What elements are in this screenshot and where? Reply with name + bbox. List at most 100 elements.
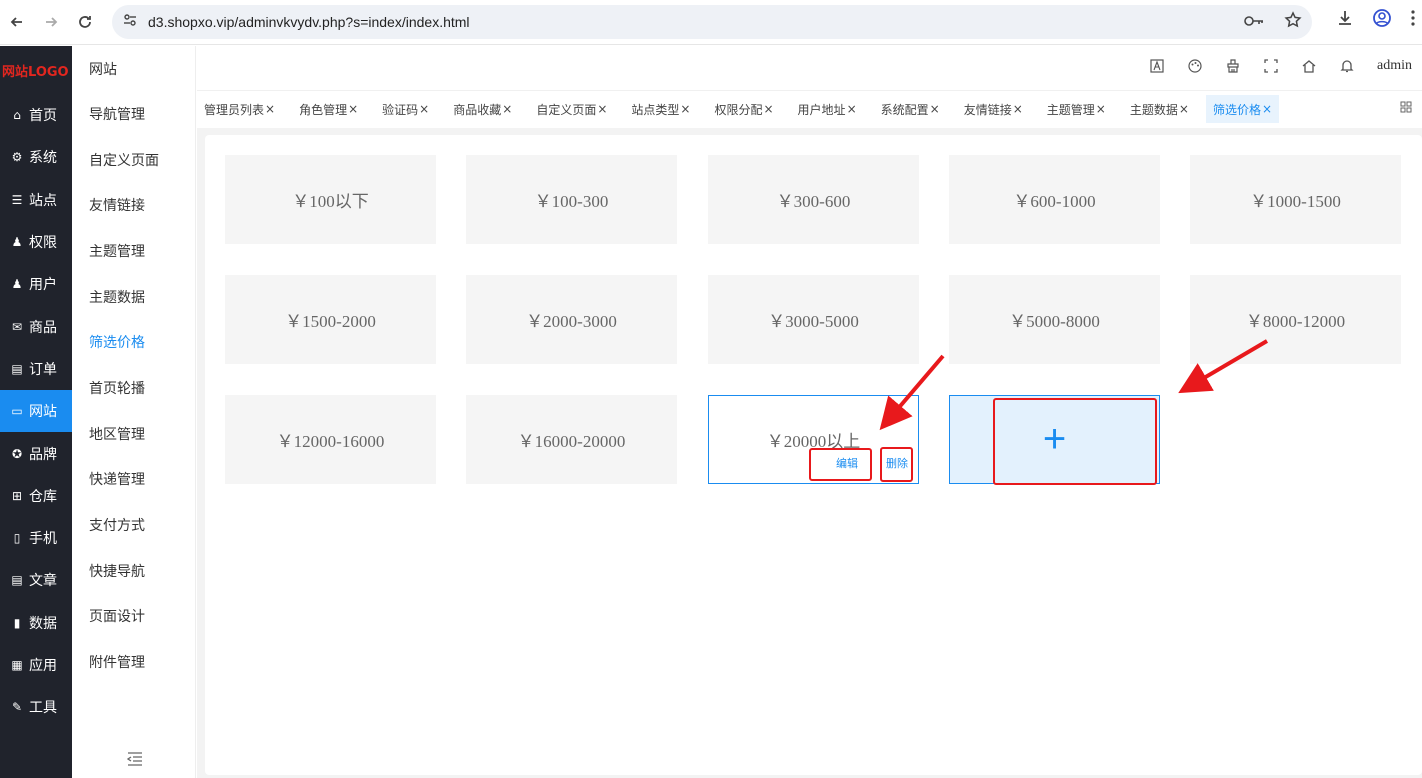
- price-range-card[interactable]: ￥3000-5000: [708, 275, 919, 364]
- back-arrow-icon[interactable]: [0, 5, 34, 39]
- sidebar-item-12[interactable]: ▮ 数据: [0, 602, 72, 644]
- sidebar-item-7[interactable]: ▭ 网站: [0, 390, 72, 433]
- price-range-card[interactable]: ￥5000-8000: [949, 275, 1160, 364]
- sub-sidebar-item[interactable]: 首页轮播: [72, 365, 195, 411]
- fullscreen-icon[interactable]: [1263, 58, 1279, 74]
- tab-close-icon[interactable]: ×: [680, 102, 690, 116]
- user-menu[interactable]: admin: [1377, 58, 1412, 74]
- tab[interactable]: 自定义页面 ×: [529, 91, 614, 127]
- sidebar-item-13[interactable]: ▦ 应用: [0, 644, 72, 686]
- sidebar-item-2[interactable]: ☰ 站点: [0, 179, 72, 221]
- admin-top-bar: admin: [197, 46, 1422, 91]
- sidebar-item-8[interactable]: ✪ 品牌: [0, 432, 72, 474]
- sidebar-item-4[interactable]: ♟ 用户: [0, 263, 72, 305]
- price-range-card[interactable]: ￥2000-3000: [466, 275, 677, 364]
- sub-sidebar-item[interactable]: 导航管理: [72, 91, 195, 137]
- tab-label: 系统配置: [880, 102, 929, 117]
- sidebar-item-1[interactable]: ⚙ 系统: [0, 136, 72, 178]
- tab[interactable]: 商品收藏 ×: [446, 91, 519, 127]
- price-range-card[interactable]: ￥100-300: [466, 155, 677, 244]
- forward-arrow-icon[interactable]: [34, 5, 68, 39]
- price-range-card[interactable]: ￥12000-16000: [225, 395, 436, 484]
- site-logo[interactable]: 网站LOGO: [0, 46, 72, 94]
- price-range-card[interactable]: ￥1500-2000: [225, 275, 436, 364]
- sub-sidebar-item[interactable]: 友情链接: [72, 182, 195, 228]
- price-range-card[interactable]: ￥600-1000: [949, 155, 1160, 244]
- tab-label: 权限分配: [714, 102, 763, 117]
- price-range-card[interactable]: ￥8000-12000: [1190, 275, 1401, 364]
- reload-icon[interactable]: [68, 5, 102, 39]
- sub-sidebar-item[interactable]: 页面设计: [72, 594, 195, 640]
- price-range-card[interactable]: ￥1000-1500: [1190, 155, 1401, 244]
- tab-close-icon[interactable]: ×: [265, 102, 275, 116]
- tab[interactable]: 验证码 ×: [375, 91, 436, 127]
- sub-sidebar-item[interactable]: 筛选价格: [72, 319, 195, 365]
- tab[interactable]: 筛选价格 ×: [1205, 95, 1280, 123]
- tab-close-icon[interactable]: ×: [763, 102, 773, 116]
- sidebar-item-9[interactable]: ⊞ 仓库: [0, 475, 72, 517]
- collapse-menu-icon[interactable]: [126, 751, 143, 770]
- tab[interactable]: 权限分配 ×: [707, 91, 780, 127]
- tab[interactable]: 系统配置 ×: [874, 91, 947, 127]
- tab-close-icon[interactable]: ×: [419, 102, 429, 116]
- bell-icon[interactable]: [1339, 58, 1355, 74]
- tab-more-icon[interactable]: [1400, 101, 1412, 116]
- url-text[interactable]: d3.shopxo.vip/adminvkvydv.php?s=index/in…: [148, 14, 470, 30]
- address-bar[interactable]: d3.shopxo.vip/adminvkvydv.php?s=index/in…: [112, 5, 1312, 39]
- theme-palette-icon[interactable]: [1187, 58, 1203, 74]
- browser-toolbar: d3.shopxo.vip/adminvkvydv.php?s=index/in…: [0, 0, 1422, 45]
- sub-sidebar-item[interactable]: 地区管理: [72, 411, 195, 457]
- sidebar-item-3[interactable]: ♟ 权限: [0, 221, 72, 263]
- password-key-icon[interactable]: [1244, 13, 1264, 32]
- tab-close-icon[interactable]: ×: [847, 102, 857, 116]
- tab[interactable]: 用户地址 ×: [791, 91, 864, 127]
- price-range-card[interactable]: ￥300-600: [708, 155, 919, 244]
- sidebar-item-0[interactable]: ⌂ 首页: [0, 94, 72, 136]
- sidebar-item-11[interactable]: ▤ 文章: [0, 559, 72, 601]
- tab[interactable]: 站点类型 ×: [624, 91, 697, 127]
- sub-sidebar-item[interactable]: 自定义页面: [72, 137, 195, 183]
- tab-close-icon[interactable]: ×: [1013, 102, 1023, 116]
- sub-sidebar-item[interactable]: 主题数据: [72, 274, 195, 320]
- tab[interactable]: 主题管理 ×: [1040, 91, 1113, 127]
- home-icon[interactable]: [1301, 58, 1317, 74]
- bookmark-star-icon[interactable]: [1284, 11, 1302, 33]
- phone-icon: ▯: [13, 531, 21, 546]
- tab-close-icon[interactable]: ×: [502, 102, 512, 116]
- tab-close-icon[interactable]: ×: [348, 102, 358, 116]
- tab[interactable]: 主题数据 ×: [1123, 91, 1196, 127]
- clear-cache-icon[interactable]: [1225, 58, 1241, 74]
- tab-close-icon[interactable]: ×: [1262, 102, 1272, 116]
- browser-menu-icon[interactable]: [1410, 9, 1416, 31]
- sidebar-item-label: 数据: [29, 615, 57, 632]
- tab[interactable]: 角色管理 ×: [292, 91, 365, 127]
- price-range-card[interactable]: ￥16000-20000: [466, 395, 677, 484]
- sub-sidebar-item[interactable]: 快递管理: [72, 457, 195, 503]
- site-settings-icon[interactable]: [122, 12, 138, 32]
- tab[interactable]: 管理员列表 ×: [197, 91, 282, 127]
- sidebar-item-5[interactable]: ✉ 商品: [0, 305, 72, 347]
- font-size-icon[interactable]: [1149, 58, 1165, 74]
- sub-sidebar-item[interactable]: 快捷导航: [72, 548, 195, 594]
- price-range-label: ￥2000-3000: [526, 312, 617, 331]
- tab[interactable]: 友情链接 ×: [957, 91, 1030, 127]
- sidebar-item-6[interactable]: ▤ 订单: [0, 348, 72, 390]
- profile-avatar-icon[interactable]: [1372, 8, 1392, 32]
- sidebar-item-14[interactable]: ✎ 工具: [0, 686, 72, 728]
- grid-icon: ▦: [11, 658, 23, 672]
- sidebar-item-label: 权限: [29, 235, 57, 252]
- tab-label: 角色管理: [299, 102, 348, 117]
- sub-sidebar-item[interactable]: 主题管理: [72, 228, 195, 274]
- price-range-card[interactable]: ￥100以下: [225, 155, 436, 244]
- sub-sidebar-item[interactable]: 附件管理: [72, 639, 195, 685]
- sidebar-item-10[interactable]: ▯ 手机: [0, 517, 72, 559]
- download-icon[interactable]: [1336, 9, 1354, 31]
- tab-label: 管理员列表: [204, 102, 265, 117]
- tab-close-icon[interactable]: ×: [930, 102, 940, 116]
- tab-close-icon[interactable]: ×: [1179, 102, 1189, 116]
- sidebar-item-label: 手机: [29, 531, 57, 548]
- sidebar-item-label: 工具: [29, 700, 57, 717]
- tab-close-icon[interactable]: ×: [597, 102, 607, 116]
- sub-sidebar-item[interactable]: 支付方式: [72, 502, 195, 548]
- tab-close-icon[interactable]: ×: [1096, 102, 1106, 116]
